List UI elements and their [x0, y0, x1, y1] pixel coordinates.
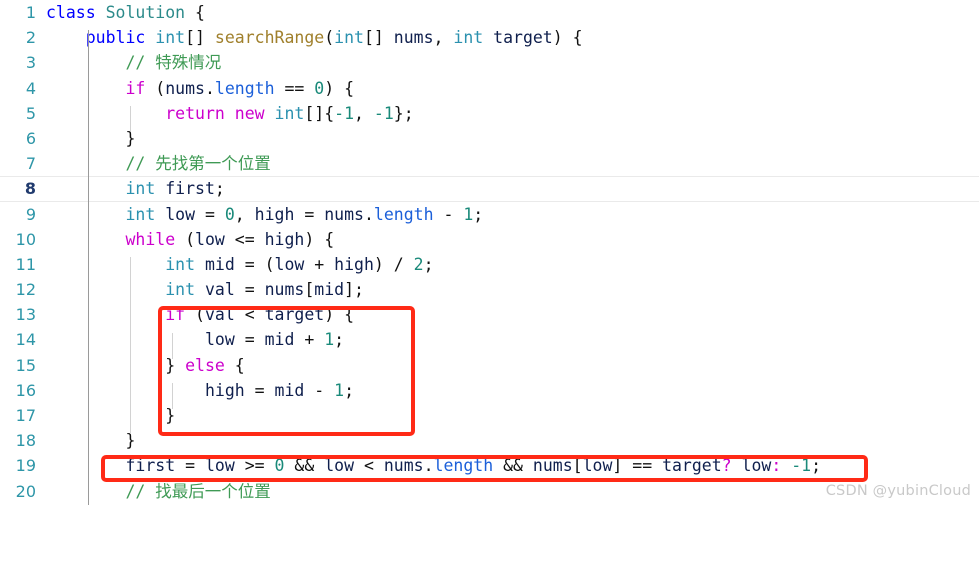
line-number: 12 — [15, 280, 36, 300]
line-content: high = mid - 1; — [204, 380, 355, 400]
indent-guide-level-2-b — [130, 257, 131, 434]
line-content: int low = 0, high = nums.length - 1; — [125, 204, 484, 224]
line-number: 3 — [25, 53, 36, 73]
code-line[interactable]: 5 return new int[]{-1, -1}; — [0, 101, 979, 126]
line-number: 19 — [15, 456, 36, 476]
indent-guide-level-1 — [88, 30, 89, 505]
code-line[interactable]: 11 int mid = (low + high) / 2; — [0, 252, 979, 277]
line-number: 20 — [15, 481, 36, 501]
line-content: if (val < target) { — [165, 305, 355, 325]
line-number: 1 — [25, 3, 36, 22]
code-line[interactable]: 16 high = mid - 1; — [0, 378, 979, 403]
line-number: 7 — [25, 154, 36, 174]
line-number: 16 — [15, 380, 36, 400]
line-content: return new int[]{-1, -1}; — [165, 103, 414, 123]
line-content: int mid = (low + high) / 2; — [165, 254, 434, 274]
line-content: // 特殊情况 — [125, 53, 222, 73]
line-content: int first; — [125, 179, 225, 199]
line-content: // 找最后一个位置 — [125, 481, 271, 501]
line-number: 15 — [15, 355, 36, 375]
line-number: 11 — [15, 254, 36, 274]
line-content: } — [46, 406, 176, 425]
line-content: first = low >= 0 && low < nums.length &&… — [125, 456, 822, 476]
code-line[interactable]: 14 low = mid + 1; — [0, 327, 979, 352]
line-number: 13 — [15, 305, 36, 325]
code-line[interactable]: 17 } — [0, 403, 979, 428]
line-content: public int[] searchRange(int[] nums, int… — [85, 28, 583, 48]
line-number: 8 — [24, 179, 36, 199]
code-lines[interactable]: 1 class Solution { 2 public int[] search… — [0, 0, 979, 505]
line-content: while (low <= high) { — [125, 229, 335, 249]
indent-guide-level-3-b — [172, 383, 173, 409]
code-line[interactable]: 19 first = low >= 0 && low < nums.length… — [0, 453, 979, 478]
line-number: 14 — [15, 330, 36, 350]
line-number: 4 — [25, 78, 36, 98]
line-content: // 先找第一个位置 — [125, 154, 271, 174]
code-line[interactable]: 1 class Solution { — [0, 0, 979, 25]
indent-guide-level-2-a — [130, 106, 131, 131]
line-number: 6 — [25, 128, 36, 148]
line-number: 17 — [15, 406, 36, 425]
code-line[interactable]: 15 } else { — [0, 353, 979, 378]
line-content: int val = nums[mid]; — [165, 280, 364, 300]
code-line-current[interactable]: 8 int first; — [0, 176, 979, 202]
code-line[interactable]: 2 public int[] searchRange(int[] nums, i… — [0, 25, 979, 50]
line-number: 9 — [25, 204, 36, 224]
code-line[interactable]: 3 // 特殊情况 — [0, 50, 979, 75]
line-number: 18 — [15, 431, 36, 451]
line-content: if (nums.length == 0) { — [125, 78, 355, 98]
code-line[interactable]: 6 } — [0, 126, 979, 151]
code-line[interactable]: 12 int val = nums[mid]; — [0, 277, 979, 302]
line-content: class Solution { — [46, 3, 205, 22]
line-content: } — [46, 128, 136, 148]
line-number: 10 — [15, 229, 36, 249]
line-content: low = mid + 1; — [204, 330, 345, 350]
watermark: CSDN @yubinCloud — [825, 483, 971, 499]
line-content: } else { — [46, 355, 245, 375]
line-content: } — [46, 431, 136, 451]
code-editor[interactable]: 1 class Solution { 2 public int[] search… — [0, 0, 979, 505]
code-line[interactable]: 4 if (nums.length == 0) { — [0, 76, 979, 101]
code-line[interactable]: 10 while (low <= high) { — [0, 227, 979, 252]
code-line[interactable]: 9 int low = 0, high = nums.length - 1; — [0, 202, 979, 227]
code-line[interactable]: 18 } — [0, 428, 979, 453]
line-number: 5 — [25, 103, 36, 123]
indent-guide-level-3-a — [172, 333, 173, 359]
code-line[interactable]: 13 if (val < target) { — [0, 302, 979, 327]
line-number: 2 — [25, 28, 36, 48]
code-line[interactable]: 7 // 先找第一个位置 — [0, 151, 979, 176]
